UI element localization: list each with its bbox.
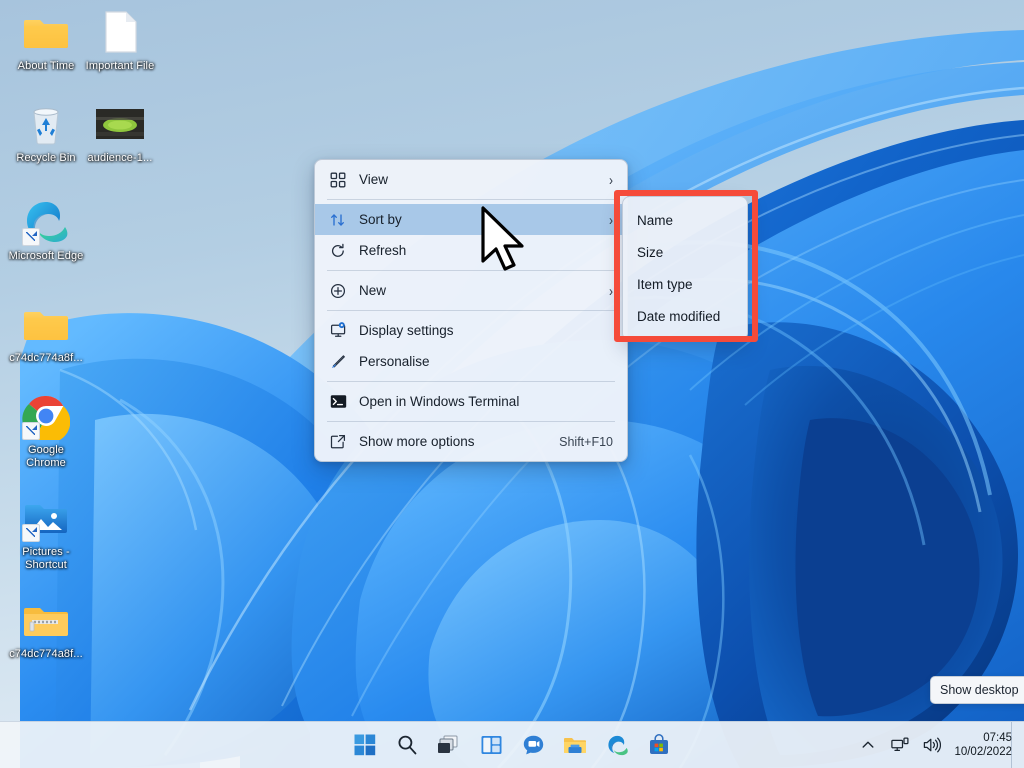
context-menu-label: Personalise xyxy=(359,354,430,369)
context-menu-item-display-settings[interactable]: Display settings xyxy=(315,315,627,346)
menu-separator xyxy=(327,270,615,271)
volume-button[interactable] xyxy=(922,735,942,755)
edge-button[interactable] xyxy=(603,731,631,759)
sort-arrows-icon xyxy=(328,210,348,230)
task-view-button[interactable] xyxy=(435,731,463,759)
context-menu-label: Open in Windows Terminal xyxy=(359,394,520,409)
terminal-icon xyxy=(328,392,348,412)
context-menu-label: View xyxy=(359,172,389,187)
taskbar-clock[interactable]: 07:45 10/02/2022 xyxy=(954,731,1018,759)
taskbar-system-tray: 07:45 10/02/2022 xyxy=(858,722,1018,768)
context-menu-label: Refresh xyxy=(359,243,407,258)
desktop-icon-google-chrome[interactable]: Google Chrome xyxy=(8,392,84,470)
context-menu-label: Display settings xyxy=(359,323,454,338)
show-desktop-tooltip-label: Show desktop xyxy=(940,683,1019,697)
shortcut-overlay-icon xyxy=(22,422,40,440)
taskbar: 07:45 10/02/2022 xyxy=(0,721,1024,768)
folder-icon xyxy=(22,300,70,348)
zipped-folder-icon xyxy=(22,596,70,644)
chrome-icon xyxy=(22,392,71,443)
desktop-icon-c74dc774a8f-folder[interactable]: c74dc774a8f... xyxy=(8,300,84,365)
pictures-folder-icon xyxy=(22,494,70,542)
context-menu-item-new[interactable]: New › xyxy=(315,275,627,306)
show-hidden-icons-button[interactable] xyxy=(858,735,878,755)
desktop-icon-label: Google Chrome xyxy=(26,444,66,469)
chevron-right-icon: › xyxy=(609,170,613,189)
desktop-icon-important-file[interactable]: Important File xyxy=(82,8,158,73)
desktop-icon-audience-image[interactable]: audience-1... xyxy=(82,100,158,165)
desktop-icon-pictures-shortcut[interactable]: Pictures - Shortcut xyxy=(8,494,84,572)
desktop-icon-microsoft-edge[interactable]: Microsoft Edge xyxy=(8,198,84,263)
widgets-button[interactable] xyxy=(477,731,505,759)
submenu-item-size[interactable]: Size xyxy=(623,236,747,268)
menu-separator xyxy=(327,421,615,422)
search-button[interactable] xyxy=(393,731,421,759)
chat-button[interactable] xyxy=(519,731,547,759)
menu-separator xyxy=(327,199,615,200)
desktop-context-menu[interactable]: View › Sort by › Refresh New › Display s… xyxy=(314,159,628,462)
start-button[interactable] xyxy=(351,731,379,759)
microsoft-store-button[interactable] xyxy=(645,731,673,759)
shortcut-overlay-icon xyxy=(22,524,40,542)
submenu-item-name[interactable]: Name xyxy=(623,204,747,236)
submenu-label: Name xyxy=(637,212,674,228)
recycle-bin-icon xyxy=(22,100,70,148)
context-menu-item-view[interactable]: View › xyxy=(315,164,627,195)
taskbar-center-group xyxy=(351,731,673,759)
network-button[interactable] xyxy=(890,735,910,755)
submenu-label: Size xyxy=(637,244,664,260)
image-thumbnail-icon xyxy=(96,100,144,148)
context-menu-item-personalise[interactable]: Personalise xyxy=(315,346,627,377)
paintbrush-icon xyxy=(328,352,348,372)
context-menu-label: Show more options xyxy=(359,434,475,449)
menu-separator xyxy=(327,310,615,311)
desktop-icon-label: c74dc774a8f... xyxy=(9,648,83,660)
context-menu-item-sort-by[interactable]: Sort by › xyxy=(315,204,627,235)
document-icon xyxy=(96,8,144,56)
show-more-options-icon xyxy=(328,432,348,452)
desktop-icon-c74dc774a8f-zip[interactable]: c74dc774a8f... xyxy=(8,596,84,661)
context-menu-item-refresh[interactable]: Refresh xyxy=(315,235,627,266)
submenu-label: Item type xyxy=(637,276,693,292)
context-menu-item-open-in-windows-terminal[interactable]: Open in Windows Terminal xyxy=(315,386,627,417)
file-explorer-button[interactable] xyxy=(561,731,589,759)
desktop-icon-label: Microsoft Edge xyxy=(8,250,84,262)
submenu-label: Date modified xyxy=(637,308,721,324)
menu-separator xyxy=(327,381,615,382)
context-menu-label: Sort by xyxy=(359,212,402,227)
clock-time: 07:45 xyxy=(983,732,1012,744)
clock-date: 10/02/2022 xyxy=(954,746,1012,758)
sort-by-submenu[interactable]: Name Size Item type Date modified xyxy=(622,196,748,341)
chevron-right-icon: › xyxy=(609,281,613,300)
desktop-icon-label: Recycle Bin xyxy=(16,152,76,164)
chevron-right-icon: › xyxy=(609,210,613,229)
desktop-icon-label: Pictures - Shortcut xyxy=(22,546,70,571)
desktop-icon-label: c74dc774a8f... xyxy=(9,352,83,364)
desktop-icon-recycle-bin[interactable]: Recycle Bin xyxy=(8,100,84,165)
edge-icon xyxy=(22,198,70,246)
desktop-icon-label: About Time xyxy=(17,60,75,72)
show-desktop-button[interactable] xyxy=(1011,722,1018,768)
submenu-item-item-type[interactable]: Item type xyxy=(623,268,747,300)
submenu-item-date-modified[interactable]: Date modified xyxy=(623,300,747,332)
shortcut-overlay-icon xyxy=(22,228,40,246)
desktop-icon-label: Important File xyxy=(85,60,155,72)
context-menu-item-show-more-options[interactable]: Show more options Shift+F10 xyxy=(315,426,627,457)
context-menu-accelerator: Shift+F10 xyxy=(559,434,613,449)
context-menu-label: New xyxy=(359,283,387,298)
desktop-icon-label: audience-1... xyxy=(87,152,153,164)
plus-circle-icon xyxy=(328,281,348,301)
grid-view-icon xyxy=(328,170,348,190)
desktop-screen: About Time Important File Recycle Bin au… xyxy=(0,0,1024,768)
show-desktop-tooltip: Show desktop xyxy=(930,676,1024,704)
display-settings-icon xyxy=(328,321,348,341)
refresh-icon xyxy=(328,241,348,261)
folder-icon xyxy=(22,8,70,56)
desktop-icon-about-time[interactable]: About Time xyxy=(8,8,84,73)
